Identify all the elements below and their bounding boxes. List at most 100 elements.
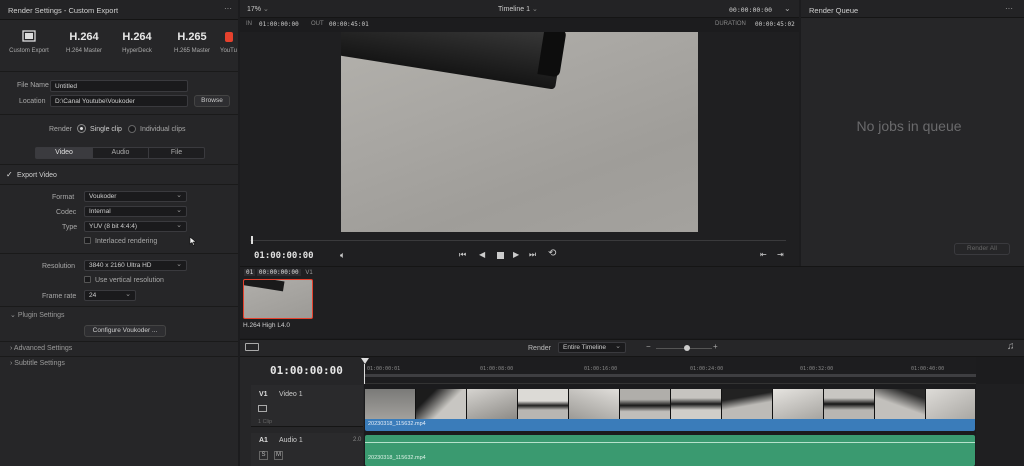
zoom-select[interactable]: 17% ⌄: [247, 5, 269, 13]
viewer-options-icon[interactable]: ⌄: [784, 4, 791, 13]
tab-file[interactable]: File: [148, 148, 204, 158]
mute-button[interactable]: M: [274, 451, 283, 460]
track-output-icon[interactable]: [258, 405, 267, 412]
thumbnail-object: [244, 280, 285, 292]
step-back-icon[interactable]: ◀: [479, 250, 485, 259]
thumbnail-frame: [620, 389, 671, 419]
tab-audio[interactable]: Audio: [92, 148, 148, 158]
format-select[interactable]: Voukoder ⌄: [84, 191, 187, 202]
video-track-name[interactable]: Video 1: [279, 391, 303, 398]
frame-rate-value: 24: [89, 292, 97, 299]
audio-clip[interactable]: [365, 435, 975, 466]
preset-hyperdeck[interactable]: H.264 HyperDeck: [113, 30, 161, 54]
more-options-icon[interactable]: ···: [224, 4, 232, 13]
chevron-down-icon: ⌄: [176, 222, 182, 229]
audio-track-name[interactable]: Audio 1: [279, 437, 303, 444]
timeline-ruler[interactable]: [364, 357, 976, 384]
preset-label: H.265 Master: [173, 48, 210, 54]
type-select[interactable]: YUV (8 bit 4:4:4) ⌄: [84, 221, 187, 232]
preset-label: HyperDeck: [122, 48, 152, 54]
duration-value: 00:00:45:02: [755, 21, 795, 28]
zoom-slider-handle[interactable]: [684, 345, 690, 351]
solo-button[interactable]: S: [259, 451, 268, 460]
preset-label: Custom Export: [9, 48, 49, 54]
clips-strip: [240, 266, 1024, 338]
clip-thumbnail[interactable]: [243, 279, 313, 319]
plugin-settings-label: Plugin Settings: [17, 312, 65, 319]
timeline-toolbar: [240, 339, 1024, 357]
volume-icon[interactable]: 🔈︎: [340, 250, 345, 261]
thumbnail-frame: [722, 389, 773, 419]
timeline-view-icon[interactable]: [245, 343, 259, 351]
render-all-button[interactable]: Render All: [954, 243, 1010, 255]
chevron-down-icon: ⌄: [10, 312, 16, 319]
advanced-settings-toggle[interactable]: › Advanced Settings: [10, 345, 72, 352]
codec-select[interactable]: Internal ⌄: [84, 206, 187, 217]
file-name-input[interactable]: Untitled: [50, 80, 188, 92]
location-input[interactable]: D:\Canal Youtube\Voukoder: [50, 95, 188, 107]
type-label: Type: [62, 224, 78, 231]
advanced-settings-label: Advanced Settings: [13, 345, 73, 352]
preset-youtube[interactable]: YouTu: [220, 30, 238, 54]
audio-track-id: A1: [259, 437, 268, 444]
timeline-select[interactable]: Timeline 1 ⌄: [498, 5, 538, 13]
resolution-value: 3840 x 2160 Ultra HD: [89, 262, 152, 269]
zoom-out-icon[interactable]: −: [646, 342, 651, 351]
stop-icon[interactable]: [497, 252, 504, 259]
interlaced-checkbox[interactable]: [84, 237, 91, 244]
render-settings-panel: [0, 0, 238, 466]
export-video-checkbox[interactable]: ✓: [6, 170, 13, 179]
tab-video[interactable]: Video: [36, 148, 92, 158]
scrubber-playhead[interactable]: [251, 236, 253, 244]
viewer-timecode: 01:00:00:00: [254, 251, 314, 261]
vertical-resolution-checkbox[interactable]: [84, 276, 91, 283]
in-value: 01:00:00:00: [259, 21, 299, 28]
thumbnail-frame: [926, 389, 975, 419]
frame-rate-select[interactable]: 24 ⌄: [84, 290, 136, 301]
in-label: IN: [246, 21, 252, 27]
previous-edit-icon[interactable]: ⇤: [760, 250, 767, 259]
video-clip-label-bar[interactable]: [365, 419, 975, 431]
frame-rate-label: Frame rate: [42, 293, 77, 300]
zoom-in-icon[interactable]: +: [713, 342, 718, 351]
zoom-value: 17%: [247, 6, 262, 13]
audio-meter-icon[interactable]: ♫: [1007, 341, 1015, 352]
render-scope-value: Entire Timeline: [563, 344, 606, 351]
subtitle-settings-toggle[interactable]: › Subtitle Settings: [10, 360, 65, 367]
viewer-scrubber[interactable]: [250, 240, 786, 241]
divider: [0, 356, 238, 357]
individual-clips-radio[interactable]: [128, 125, 136, 133]
preset-h264-master[interactable]: H.264 H.264 Master: [60, 30, 108, 54]
more-options-icon[interactable]: ···: [1005, 4, 1013, 13]
preset-custom-export[interactable]: Custom Export: [5, 30, 53, 54]
playhead-marker[interactable]: [361, 358, 369, 364]
ruler-tick-label: 01:00:24:00: [690, 366, 724, 372]
play-icon[interactable]: ▶: [513, 250, 519, 259]
codec-label: Codec: [56, 209, 77, 216]
clip-codec: H.264 High L4.0: [243, 322, 290, 329]
individual-clips-label: Individual clips: [140, 126, 186, 133]
next-edit-icon[interactable]: ⇥: [777, 250, 784, 259]
resolution-select[interactable]: 3840 x 2160 Ultra HD ⌄: [84, 260, 187, 271]
thumbnail-frame: [671, 389, 722, 419]
divider: [0, 164, 238, 165]
format-label: Format: [52, 194, 75, 201]
video-clip-thumbnails[interactable]: [365, 389, 975, 419]
divider: [0, 306, 238, 307]
configure-voukoder-button[interactable]: Configure Voukoder ...: [84, 325, 166, 337]
render-settings-title: Render Settings - Custom Export: [8, 6, 119, 15]
last-frame-icon[interactable]: ⏭︎: [529, 250, 536, 260]
video-track-id: V1: [259, 391, 268, 398]
browse-button[interactable]: Browse: [194, 95, 230, 107]
single-clip-radio[interactable]: [78, 125, 85, 132]
video-preview[interactable]: [341, 32, 698, 232]
thumbnail-frame: [824, 389, 875, 419]
preset-h265-master[interactable]: H.265 H.265 Master: [168, 30, 216, 54]
video-track-clips: 1 Clip: [258, 419, 273, 425]
thumbnail-frame: [416, 389, 467, 419]
type-value: YUV (8 bit 4:4:4): [89, 223, 138, 230]
plugin-settings-toggle[interactable]: ⌄ Plugin Settings: [10, 311, 65, 319]
first-frame-icon[interactable]: ⏮︎: [459, 250, 466, 260]
loop-icon[interactable]: ⟲: [548, 248, 556, 259]
render-scope-select[interactable]: Entire Timeline ⌄: [558, 342, 626, 353]
